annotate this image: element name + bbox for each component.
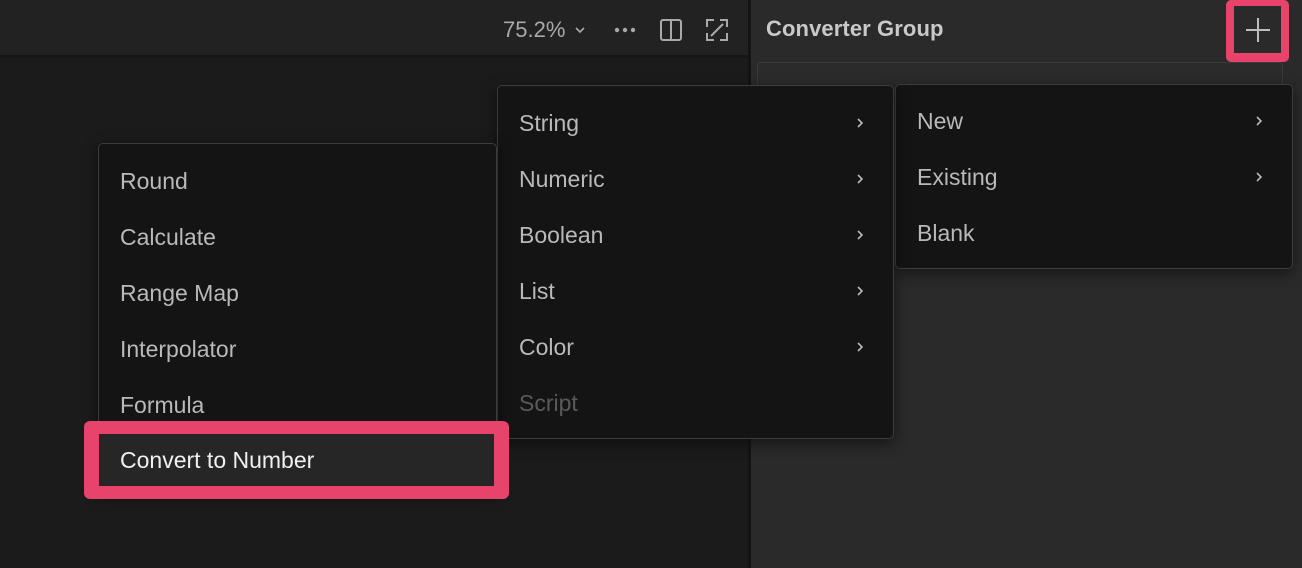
menu-item-label: Round <box>120 167 188 194</box>
menu-item-label: Script <box>519 389 578 416</box>
chevron-right-icon <box>857 174 864 184</box>
chevron-right-icon <box>857 286 864 296</box>
menu-item-round[interactable]: Round <box>99 153 496 209</box>
chevron-right-icon <box>1256 172 1263 182</box>
add-converter-button[interactable] <box>1234 6 1281 53</box>
menu-item-label: Range Map <box>120 279 239 306</box>
menu-item-label: Numeric <box>519 165 605 192</box>
split-view-icon[interactable] <box>658 17 684 43</box>
menu-item-label: String <box>519 109 580 136</box>
menu-item-label: Convert to Number <box>120 446 315 473</box>
add-converter-menu: New Existing Blank <box>895 84 1293 269</box>
menu-item-label: List <box>519 277 555 304</box>
menu-item-script: Script <box>498 375 893 431</box>
chevron-down-icon <box>575 27 585 34</box>
converter-category-menu: String Numeric Boolean List Color Script <box>497 85 894 439</box>
chevron-right-icon <box>857 342 864 352</box>
menu-item-string[interactable]: String <box>498 95 893 151</box>
zoom-dropdown[interactable]: 75.2% <box>503 16 587 44</box>
menu-item-blank[interactable]: Blank <box>896 205 1292 261</box>
editor-toolbar: 75.2% <box>0 0 750 58</box>
menu-item-label: Color <box>519 333 574 360</box>
expand-icon[interactable] <box>704 17 730 43</box>
plus-icon <box>1245 17 1270 42</box>
menu-item-list[interactable]: List <box>498 263 893 319</box>
menu-item-label: Interpolator <box>120 335 237 362</box>
panel-title: Converter Group <box>766 16 944 41</box>
menu-item-existing[interactable]: Existing <box>896 149 1292 205</box>
menu-item-range-map[interactable]: Range Map <box>99 265 496 321</box>
chevron-right-icon <box>857 118 864 128</box>
menu-item-new[interactable]: New <box>896 93 1292 149</box>
menu-item-label: Formula <box>120 391 205 418</box>
more-icon[interactable] <box>612 17 638 43</box>
chevron-right-icon <box>1256 116 1263 126</box>
menu-item-label: New <box>917 107 964 134</box>
menu-item-label: Existing <box>917 163 998 190</box>
menu-item-label: Blank <box>917 219 975 246</box>
menu-item-calculate[interactable]: Calculate <box>99 209 496 265</box>
chevron-right-icon <box>857 230 864 240</box>
menu-item-convert-to-number[interactable]: Convert to Number <box>99 434 494 486</box>
zoom-value: 75.2% <box>503 17 566 42</box>
menu-item-label: Boolean <box>519 221 604 248</box>
menu-item-color[interactable]: Color <box>498 319 893 375</box>
menu-item-numeric[interactable]: Numeric <box>498 151 893 207</box>
menu-item-label: Calculate <box>120 223 216 250</box>
menu-item-interpolator[interactable]: Interpolator <box>99 321 496 377</box>
menu-item-boolean[interactable]: Boolean <box>498 207 893 263</box>
